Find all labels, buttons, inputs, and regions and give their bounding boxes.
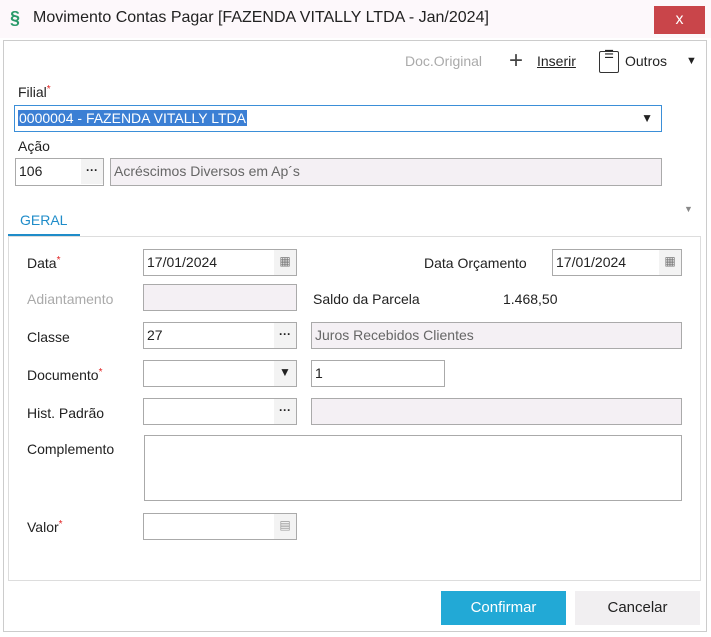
title-bar: § Movimento Contas Pagar [FAZENDA VITALL…: [0, 0, 711, 38]
acao-label: Ação: [18, 138, 50, 154]
adiantamento-label: Adiantamento: [27, 291, 114, 307]
tab-menu-arrow-icon[interactable]: ▼: [684, 204, 693, 214]
hist-padrao-input[interactable]: ···: [143, 398, 297, 425]
saldo-value: 1.468,50: [503, 291, 558, 307]
data-label: Data*: [27, 255, 61, 271]
hist-padrao-label: Hist. Padrão: [27, 405, 105, 421]
complemento-label: Complemento: [27, 441, 115, 457]
filial-value: 0000004 - FAZENDA VITALLY LTDA: [18, 110, 247, 126]
doc-original-button[interactable]: Doc.Original: [405, 53, 482, 69]
classe-input[interactable]: 27 ···: [143, 322, 297, 349]
classe-code: 27: [147, 327, 163, 343]
documento-number-input[interactable]: 1: [311, 360, 445, 387]
confirm-button[interactable]: Confirmar: [441, 591, 566, 625]
documento-label: Documento*: [27, 367, 103, 383]
list-icon: ☰: [599, 50, 619, 73]
ellipsis-icon[interactable]: ···: [274, 323, 296, 348]
complemento-textarea[interactable]: [144, 435, 682, 501]
classe-description: Juros Recebidos Clientes: [311, 322, 682, 349]
data-value: 17/01/2024: [147, 254, 218, 270]
calendar-icon[interactable]: ▦: [274, 250, 296, 275]
filial-select[interactable]: 0000004 - FAZENDA VITALLY LTDA ▼: [14, 105, 662, 132]
data-orcamento-label: Data Orçamento: [424, 255, 527, 271]
acao-description: Acréscimos Diversos em Ap´s: [110, 158, 662, 186]
documento-select[interactable]: ▼: [143, 360, 297, 387]
ellipsis-icon[interactable]: ···: [274, 399, 296, 424]
filial-label: Filial*: [18, 84, 51, 100]
valor-input[interactable]: ▤: [143, 513, 297, 540]
data-orcamento-input[interactable]: 17/01/2024 ▦: [552, 249, 682, 276]
acao-code-input[interactable]: 106 ···: [15, 158, 104, 186]
dropdown-arrow-icon[interactable]: ▼: [641, 111, 653, 125]
acao-code: 106: [19, 163, 43, 179]
dropdown-arrow-icon[interactable]: ▼: [274, 361, 296, 386]
data-input[interactable]: 17/01/2024 ▦: [143, 249, 297, 276]
chevron-down-icon[interactable]: ▼: [686, 55, 697, 67]
calendar-icon[interactable]: ▦: [659, 250, 681, 275]
outros-button[interactable]: Outros: [625, 53, 667, 69]
data-orcamento-value: 17/01/2024: [556, 254, 627, 270]
app-logo-icon: §: [10, 8, 21, 28]
adiantamento-input: [143, 284, 297, 311]
inserir-button[interactable]: Inserir: [537, 53, 576, 69]
hist-padrao-description: [311, 398, 682, 425]
plus-icon: +: [509, 47, 524, 74]
valor-label: Valor*: [27, 519, 63, 535]
calculator-icon[interactable]: ▤: [274, 514, 296, 539]
classe-label: Classe: [27, 329, 70, 345]
saldo-label: Saldo da Parcela: [313, 291, 420, 307]
close-button[interactable]: x: [654, 6, 705, 34]
window-title: Movimento Contas Pagar [FAZENDA VITALLY …: [33, 9, 489, 26]
tab-geral[interactable]: GERAL: [20, 212, 67, 228]
ellipsis-icon[interactable]: ···: [81, 159, 103, 184]
cancel-button[interactable]: Cancelar: [575, 591, 700, 625]
